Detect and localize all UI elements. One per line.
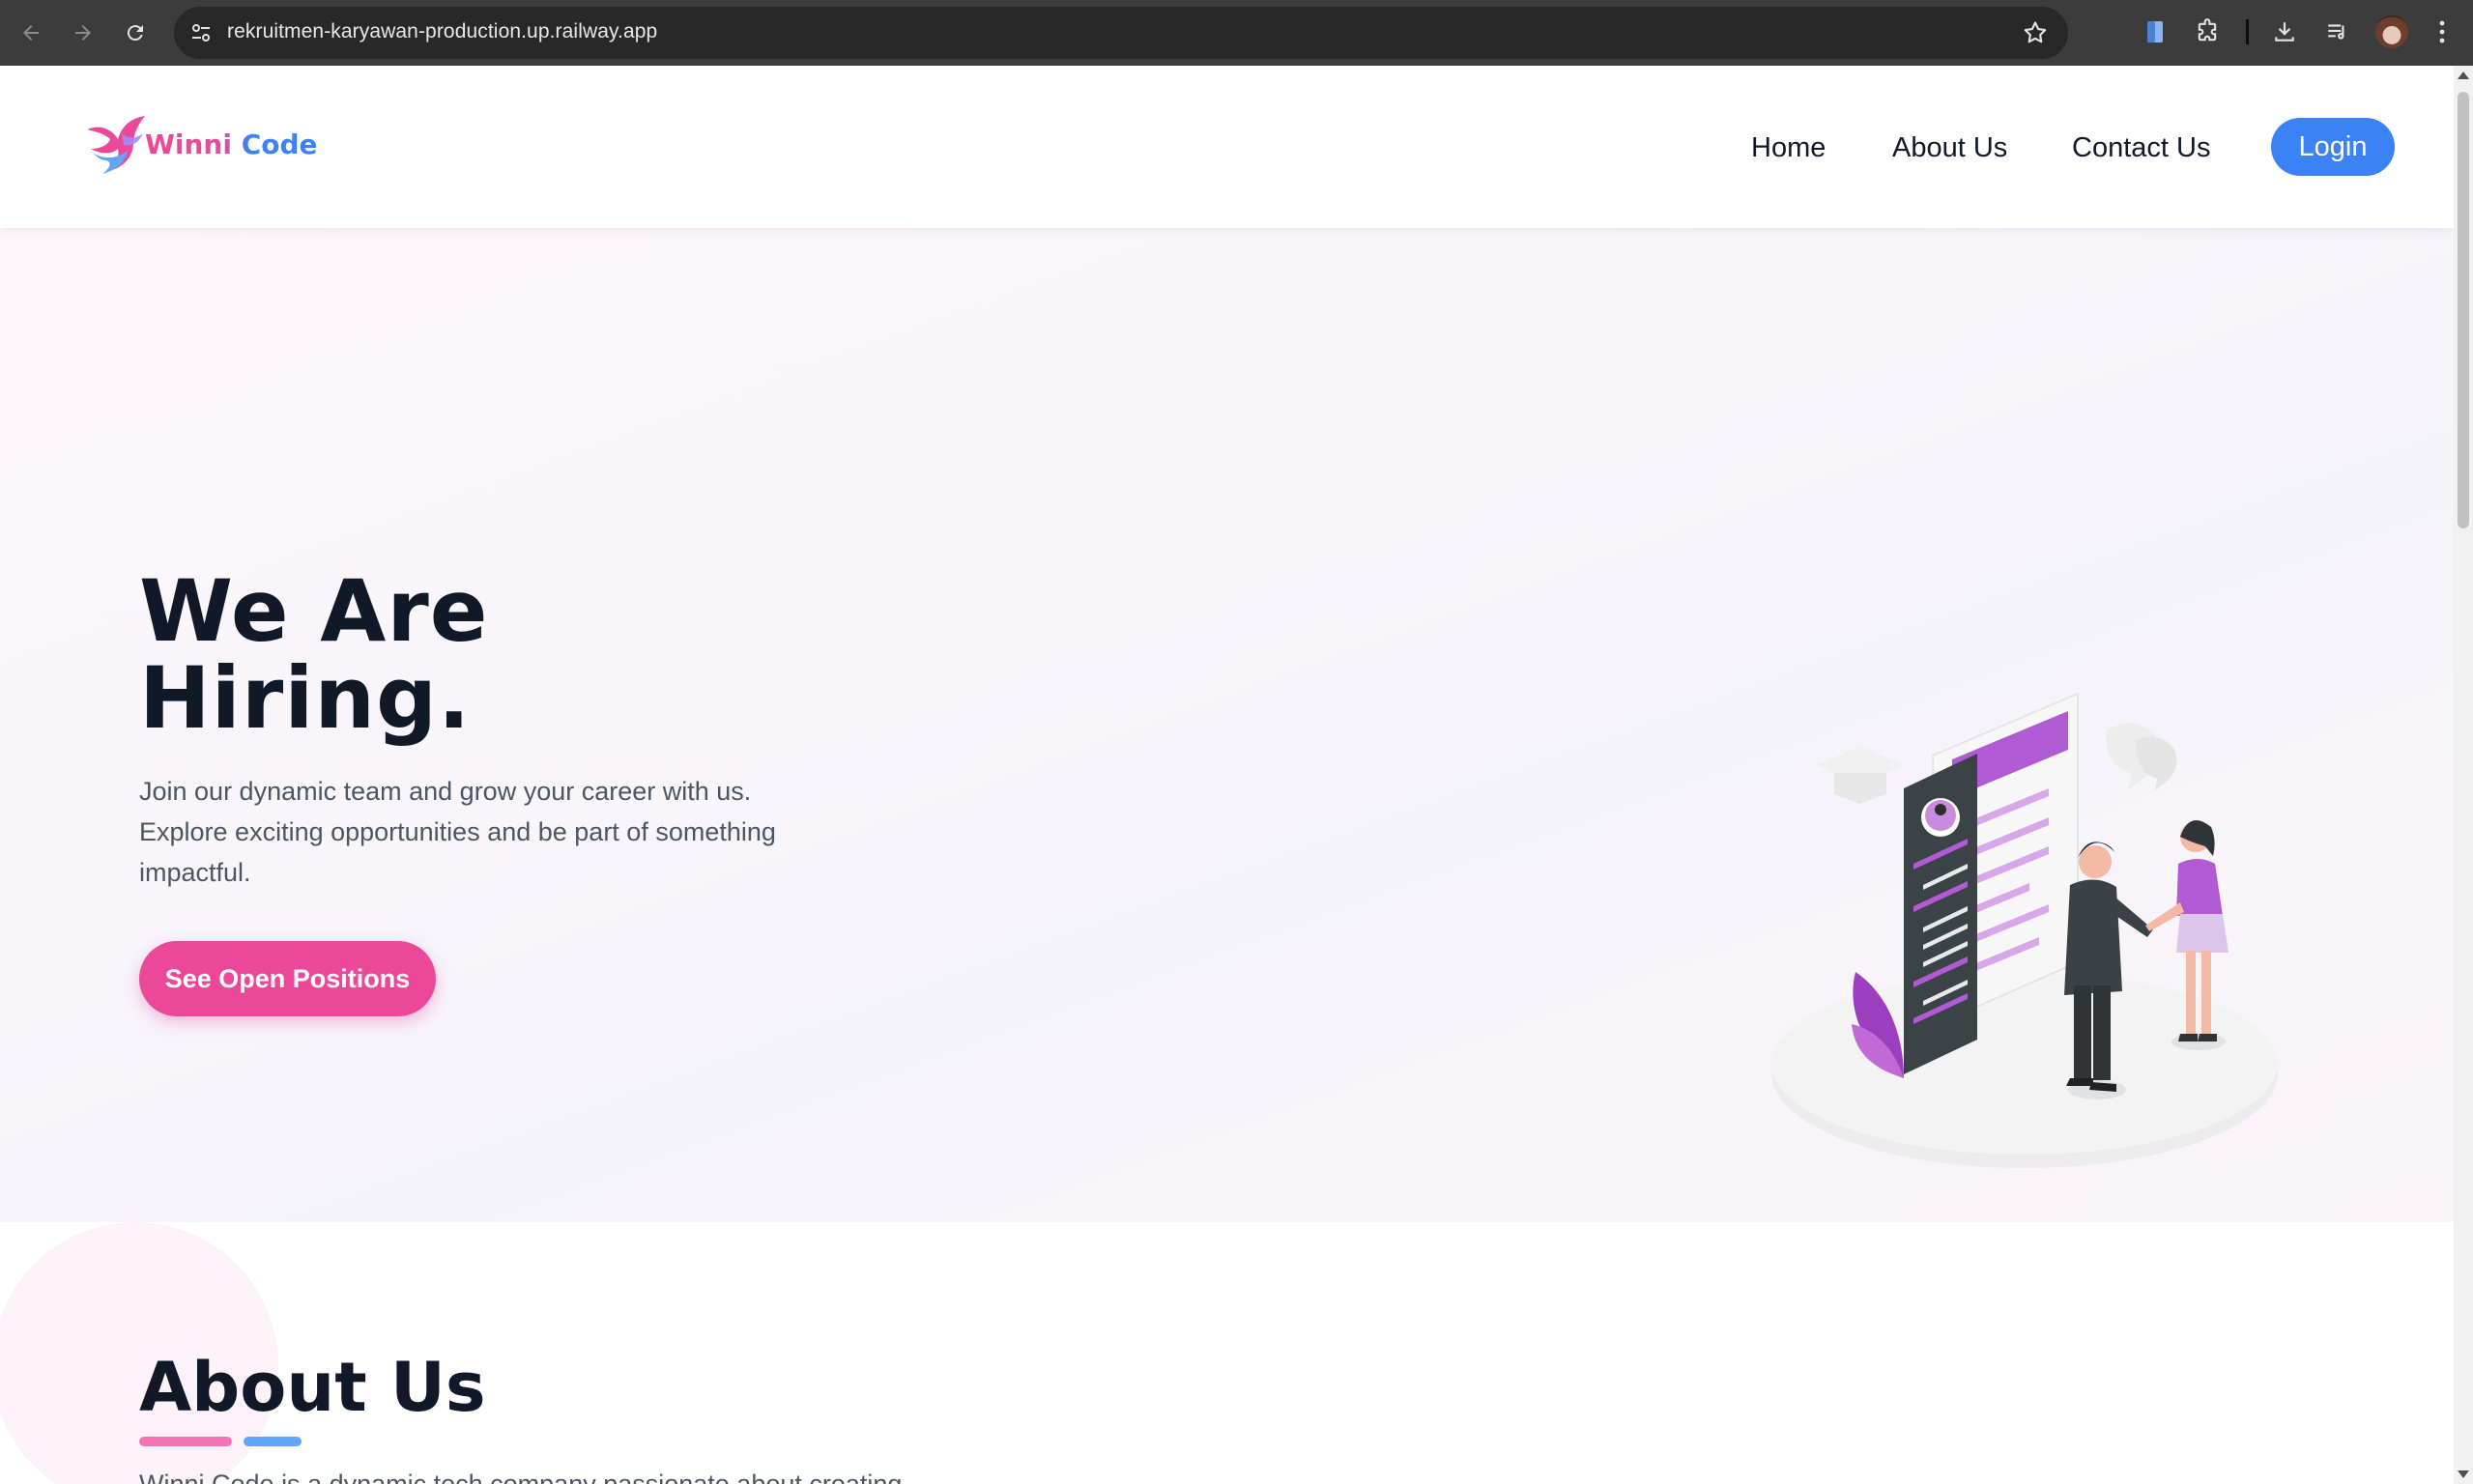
address-bar[interactable]: rekruitmen-karyawan-production.up.railwa… (174, 7, 2068, 59)
scrollbar-thumb[interactable] (2458, 92, 2469, 528)
profile-avatar[interactable] (2375, 15, 2408, 48)
arrow-left-icon (23, 25, 39, 41)
login-button[interactable]: Login (2271, 118, 2395, 176)
about-title: About Us (139, 1348, 486, 1427)
menu-button[interactable] (2425, 14, 2459, 49)
bird-logo-icon (87, 116, 145, 174)
site-header: Winni Code Home About Us Contact Us Logi… (0, 66, 2454, 228)
arrow-right-icon (75, 25, 91, 41)
puzzle-icon (2198, 18, 2217, 42)
hero-title: We Are Hiring. (139, 568, 488, 742)
hero-description: Join our dynamic team and grow your care… (139, 777, 776, 887)
url-text[interactable]: rekruitmen-karyawan-production.up.railwa… (227, 20, 657, 43)
hero-section: We Are Hiring. Join our dynamic team and… (0, 228, 2454, 1222)
browser-toolbar: rekruitmen-karyawan-production.up.railwa… (0, 0, 2473, 66)
media-button[interactable] (2320, 14, 2355, 49)
scroll-up-arrow-icon[interactable] (2458, 71, 2469, 79)
hero-title-line1: We Are (139, 561, 489, 661)
reload-button[interactable] (116, 14, 155, 52)
hiring-illustration (1771, 692, 2278, 1168)
title-underline-blue (244, 1437, 302, 1446)
bookmark-star-icon[interactable] (2022, 19, 2049, 46)
document-extension-icon (2147, 21, 2163, 43)
toolbar-separator (2246, 19, 2249, 44)
page-viewport: Winni Code Home About Us Contact Us Logi… (0, 66, 2454, 1484)
scroll-down-arrow-icon[interactable] (2458, 1470, 2469, 1478)
site-settings-icon[interactable] (187, 19, 215, 46)
nav-contact-link[interactable]: Contact Us (2072, 132, 2210, 164)
page-scrollbar[interactable] (2454, 66, 2473, 1484)
nav-home-link[interactable]: Home (1751, 132, 1826, 164)
extensions-button[interactable] (2190, 14, 2225, 49)
downloads-button[interactable] (2267, 14, 2302, 49)
extension-button[interactable] (2138, 14, 2172, 49)
logo-text: Winni Code (145, 128, 318, 160)
about-section: About Us Winni Code is a dynamic tech co… (0, 1222, 2454, 1484)
about-description: Winni Code is a dynamic tech company pas… (139, 1470, 903, 1484)
more-vertical-icon (2439, 20, 2445, 43)
download-icon (2275, 22, 2294, 42)
see-open-positions-button[interactable]: See Open Positions (139, 941, 436, 1016)
graduation-cap-icon (1817, 746, 1904, 804)
playlist-icon (2328, 24, 2344, 40)
logo[interactable]: Winni Code (83, 110, 318, 178)
back-button[interactable] (12, 14, 50, 52)
forward-button[interactable] (64, 14, 102, 52)
reload-icon (127, 25, 143, 42)
speech-bubble-icon (2106, 723, 2177, 790)
title-underline-pink (139, 1437, 232, 1446)
nav-about-link[interactable]: About Us (1892, 132, 2007, 164)
hero-title-line2: Hiring. (139, 648, 472, 748)
